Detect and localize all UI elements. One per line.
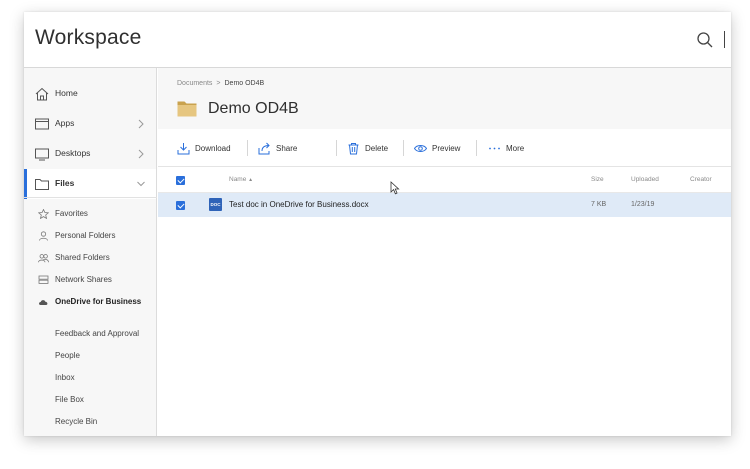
column-header-size[interactable]: Size <box>591 176 604 183</box>
toolbar: Download Share Delete Preview More <box>158 129 731 167</box>
toolbar-divider <box>247 140 248 156</box>
download-icon <box>177 143 190 155</box>
sidebar-subitem-network-shares[interactable]: Network Shares <box>24 271 156 289</box>
sidebar-item-label: Desktops <box>55 148 91 158</box>
sidebar-item-label: Apps <box>55 118 75 128</box>
sort-ascending-icon: ▲ <box>248 177 254 183</box>
top-bar: Workspace <box>24 12 731 68</box>
sidebar-item-recycle-bin[interactable]: Recycle Bin <box>55 417 97 426</box>
desktop-icon <box>35 148 49 161</box>
eye-icon <box>414 145 427 152</box>
sidebar-subitem-personal-folders[interactable]: Personal Folders <box>24 227 156 245</box>
more-label: More <box>506 144 525 153</box>
column-header-uploaded[interactable]: Uploaded <box>631 176 659 183</box>
folder-icon <box>177 101 197 117</box>
download-label: Download <box>195 144 231 153</box>
share-label: Share <box>276 144 298 153</box>
file-name[interactable]: Test doc in OneDrive for Business.docx <box>229 200 369 209</box>
home-icon <box>35 87 49 101</box>
trash-icon <box>348 143 359 155</box>
sidebar: Home Apps Desktops Files Favorites Perso… <box>24 68 157 436</box>
sidebar-divider <box>24 197 157 198</box>
column-name-label: Name <box>229 176 247 183</box>
star-icon <box>38 209 49 219</box>
server-icon <box>38 275 49 284</box>
toolbar-divider <box>336 140 337 156</box>
sidebar-item-label: Home <box>55 88 78 98</box>
breadcrumb: Documents > Demo OD4B <box>177 80 264 87</box>
sidebar-item-file-box[interactable]: File Box <box>55 395 84 404</box>
sidebar-item-files[interactable]: Files <box>24 169 156 199</box>
row-checkbox[interactable] <box>176 201 185 210</box>
workspace-window: Workspace Home Apps Desktops Files Favor… <box>24 12 731 436</box>
select-all-checkbox[interactable] <box>176 176 185 185</box>
search-icon[interactable] <box>696 31 714 49</box>
chevron-right-icon[interactable] <box>137 149 145 159</box>
column-header-creator[interactable]: Creator <box>690 176 712 183</box>
sidebar-item-people[interactable]: People <box>55 351 80 360</box>
sidebar-item-feedback-and-approval[interactable]: Feedback and Approval <box>55 329 139 338</box>
toolbar-divider <box>403 140 404 156</box>
chevron-down-icon[interactable] <box>137 179 145 189</box>
share-icon <box>258 142 270 155</box>
sidebar-subitem-label: Favorites <box>55 209 88 218</box>
sidebar-item-desktops[interactable]: Desktops <box>24 139 156 169</box>
file-uploaded-date: 1/23/19 <box>631 201 655 208</box>
breadcrumb-separator-icon: > <box>216 80 221 87</box>
breadcrumb-parent[interactable]: Documents <box>177 80 212 87</box>
folder-icon <box>35 179 49 190</box>
sidebar-item-inbox[interactable]: Inbox <box>55 373 75 382</box>
sidebar-subitem-label: Network Shares <box>55 275 112 284</box>
delete-label: Delete <box>365 144 389 153</box>
person-icon <box>39 231 48 241</box>
column-header-name[interactable]: Name ▲ <box>229 176 253 183</box>
main-content: Documents>Demo OD4B Demo OD4B Download <box>158 68 731 436</box>
sidebar-subitem-label: Shared Folders <box>55 253 110 262</box>
sidebar-subitem-favorites[interactable]: Favorites <box>24 205 156 223</box>
people-icon <box>38 254 49 263</box>
app-title: Workspace <box>35 26 142 49</box>
page-title: Demo OD4B <box>208 100 299 117</box>
toolbar-divider <box>476 140 477 156</box>
table-row[interactable]: DOC Test doc in OneDrive for Business.do… <box>158 193 731 217</box>
sidebar-item-apps[interactable]: Apps <box>24 109 156 139</box>
sidebar-item-home[interactable]: Home <box>24 79 156 109</box>
preview-label: Preview <box>432 144 461 153</box>
sidebar-subitem-label: Personal Folders <box>55 231 116 240</box>
breadcrumb-current: Demo OD4B <box>224 80 265 87</box>
file-size: 7 KB <box>591 201 607 208</box>
apps-icon <box>35 118 49 130</box>
chevron-right-icon[interactable] <box>137 119 145 129</box>
file-list-header: Name ▲ Size Uploaded Creator <box>158 167 731 193</box>
sidebar-subitem-shared-folders[interactable]: Shared Folders <box>24 249 156 267</box>
word-doc-icon: DOC <box>209 198 222 211</box>
sidebar-subitem-onedrive-for-business[interactable]: OneDrive for Business <box>24 293 156 311</box>
cloud-icon <box>39 300 48 305</box>
more-icon <box>489 147 500 150</box>
mouse-cursor-icon <box>390 181 400 195</box>
topbar-divider <box>724 31 725 48</box>
folder-header: Documents > Demo OD4B Demo OD4B <box>158 68 731 129</box>
sidebar-item-label: Files <box>55 178 75 188</box>
sidebar-subitem-label: OneDrive for Business <box>55 297 142 306</box>
